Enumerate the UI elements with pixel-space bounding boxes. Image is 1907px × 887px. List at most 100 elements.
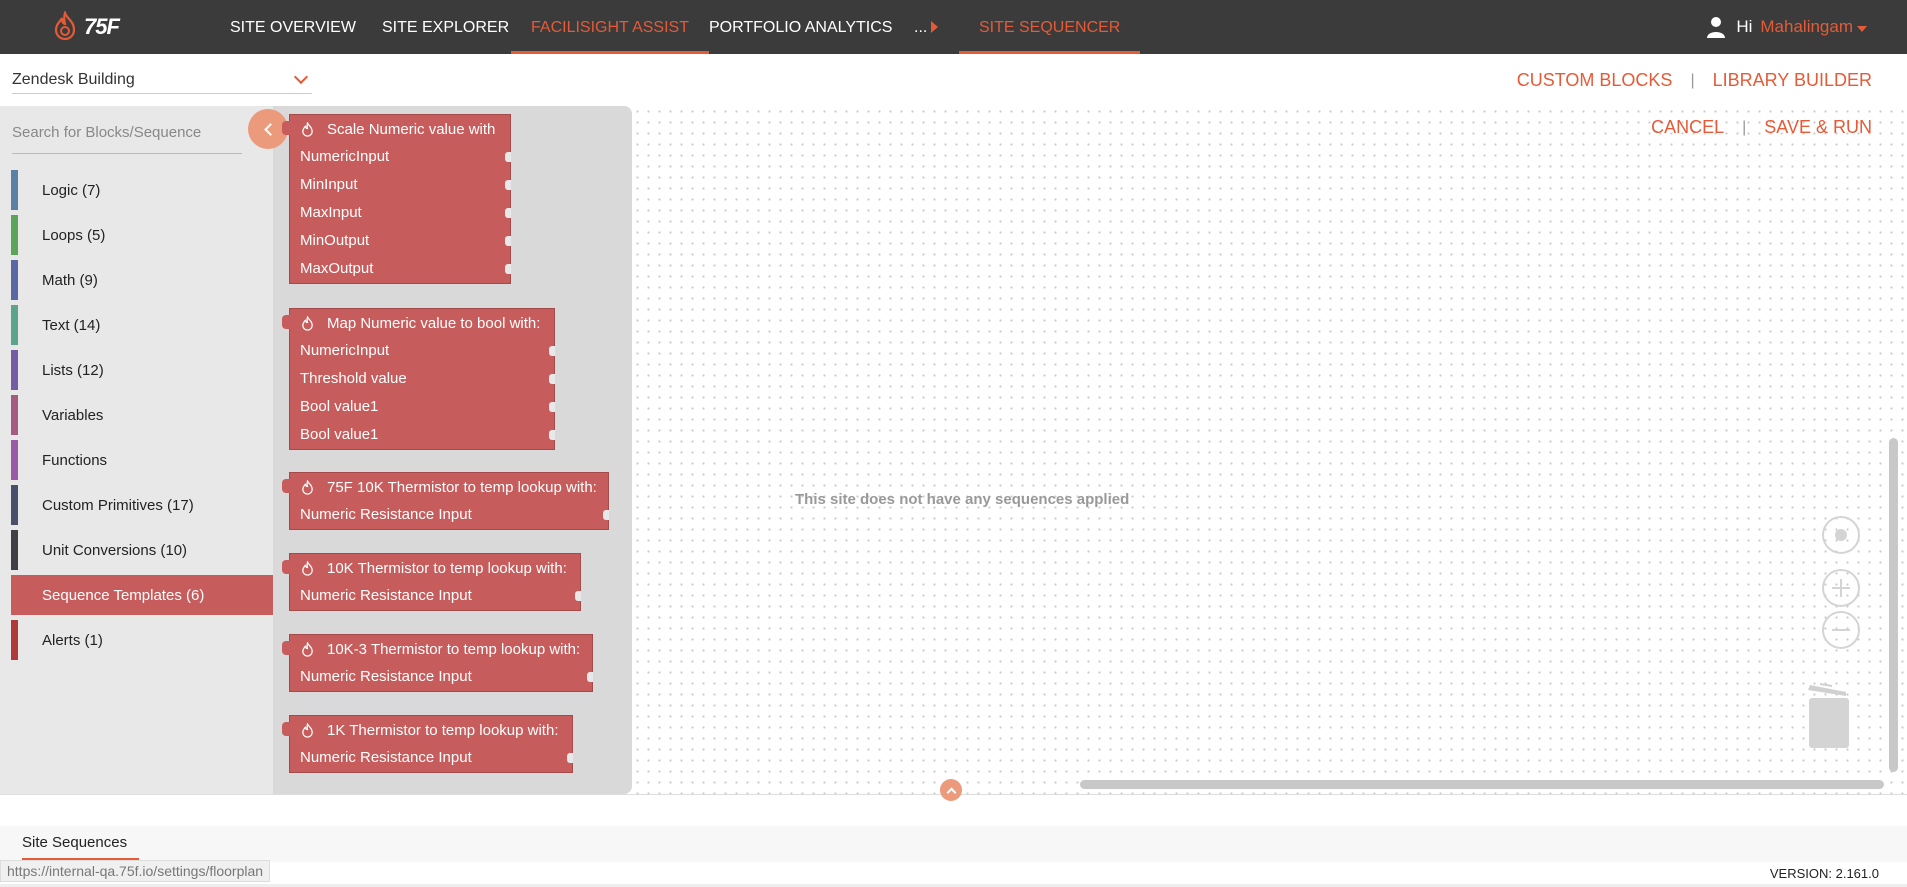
cancel-button[interactable]: CANCEL — [1651, 117, 1724, 138]
category-color-bar — [11, 215, 18, 255]
sequence-block[interactable]: 75F 10K Thermistor to temp lookup with: N… — [282, 472, 609, 530]
block-connector — [282, 560, 290, 574]
version-label: VERSION: 2.161.0 — [1769, 866, 1879, 881]
category-label: Functions — [42, 451, 108, 469]
category-item[interactable]: Unit Conversions (10) — [11, 530, 273, 570]
block-connector — [282, 641, 290, 655]
sequence-block[interactable]: 10K-3 Thermistor to temp lookup with: Num… — [282, 634, 593, 692]
workspace-canvas[interactable] — [632, 106, 1907, 794]
block-title: Scale Numeric value with — [327, 120, 496, 138]
status-url: https://internal-qa.75f.io/settings/floo… — [0, 860, 271, 882]
nav-portfolio-analytics[interactable]: PORTFOLIO ANALYTICS — [709, 0, 892, 54]
library-builder-link[interactable]: LIBRARY BUILDER — [1713, 70, 1872, 91]
category-label: Math (9) — [42, 271, 98, 289]
flame-icon — [302, 121, 313, 137]
nav-more-label: ... — [914, 19, 928, 36]
vertical-scrollbar[interactable] — [1889, 438, 1898, 772]
category-item[interactable]: Variables — [11, 395, 273, 435]
category-item[interactable]: Logic (7) — [11, 170, 273, 210]
nav-more-button[interactable]: ... — [914, 0, 938, 54]
block-header: 75F 10K Thermistor to temp lookup with: — [290, 473, 608, 501]
horizontal-scrollbar[interactable] — [1080, 780, 1884, 789]
category-item[interactable]: Text (14) — [11, 305, 273, 345]
category-item[interactable]: Alerts (1) — [11, 620, 273, 660]
custom-blocks-link[interactable]: CUSTOM BLOCKS — [1517, 70, 1673, 91]
flame-icon — [302, 479, 313, 495]
block-header: 10K Thermistor to temp lookup with: — [290, 554, 580, 582]
bottom-tabs-bar — [0, 826, 1907, 862]
nav-facilisight-assist[interactable]: FACILISIGHT ASSIST — [511, 0, 709, 54]
building-select-value: Zendesk Building — [12, 70, 135, 88]
sequence-block[interactable]: 1K Thermistor to temp lookup with: Numeri… — [282, 715, 573, 773]
category-color-bar — [11, 440, 18, 480]
building-select[interactable]: Zendesk Building — [12, 66, 312, 94]
action-separator: | — [1742, 118, 1747, 136]
expand-bottom-panel-button[interactable] — [940, 779, 962, 801]
chevron-down-icon — [1857, 26, 1867, 32]
block-input: Threshold value — [290, 365, 555, 393]
block-title: 10K-3 Thermistor to temp lookup with: — [327, 640, 581, 658]
category-item[interactable]: Math (9) — [11, 260, 273, 300]
nav-site-sequencer[interactable]: SITE SEQUENCER — [959, 0, 1141, 54]
category-color-bar — [11, 575, 18, 615]
brand-logo[interactable]: 75F — [50, 10, 140, 44]
active-underline — [511, 51, 709, 54]
block-connector — [282, 121, 290, 135]
sequence-block[interactable]: 10K Thermistor to temp lookup with: Numer… — [282, 553, 581, 611]
user-icon — [1707, 17, 1726, 38]
block-input: MinOutput — [290, 227, 511, 255]
logo-text: 75F — [84, 14, 120, 39]
category-label: Variables — [42, 406, 104, 424]
nav-site-overview[interactable]: SITE OVERVIEW — [230, 0, 356, 54]
caret-right-icon — [931, 21, 938, 33]
tab-site-sequences-label: Site Sequences — [22, 834, 128, 851]
recenter-icon[interactable] — [1822, 516, 1860, 554]
category-label: Unit Conversions (10) — [42, 541, 188, 559]
category-label: Loops (5) — [42, 226, 106, 244]
canvas-actions: CANCEL | SAVE & RUN — [1651, 117, 1872, 138]
block-input: MinInput — [290, 171, 511, 199]
category-item[interactable]: Custom Primitives (17) — [11, 485, 273, 525]
chevron-up-icon — [946, 787, 956, 797]
category-color-bar — [11, 350, 18, 390]
user-menu[interactable]: Hi Mahalingam — [1706, 0, 1867, 54]
save-and-run-button[interactable]: SAVE & RUN — [1764, 117, 1872, 138]
nav-site-sequencer-label: SITE SEQUENCER — [979, 19, 1121, 36]
flame-icon — [302, 722, 313, 738]
zoom-out-icon[interactable] — [1822, 611, 1860, 649]
zoom-in-icon[interactable] — [1822, 569, 1860, 607]
tab-site-sequences[interactable]: Site Sequences — [22, 834, 140, 861]
block-input: Numeric Resistance Input — [290, 582, 581, 610]
user-greeting: Hi — [1736, 17, 1753, 36]
category-color-bar — [11, 260, 18, 300]
block-title: Map Numeric value to bool with: — [327, 314, 541, 332]
flame-logo-icon — [54, 11, 76, 41]
category-color-bar — [11, 305, 18, 345]
category-item[interactable]: Loops (5) — [11, 215, 273, 255]
category-color-bar — [11, 395, 18, 435]
category-item[interactable]: Sequence Templates (6) — [11, 575, 273, 615]
block-input: Numeric Resistance Input — [290, 501, 609, 529]
block-input: Numeric Resistance Input — [290, 663, 593, 691]
chevron-down-icon — [293, 69, 309, 84]
search-input[interactable] — [12, 112, 242, 154]
header-links: CUSTOM BLOCKS | LIBRARY BUILDER — [1517, 70, 1872, 91]
category-label: Alerts (1) — [42, 631, 103, 649]
block-connector — [282, 479, 290, 493]
block-header: 10K-3 Thermistor to temp lookup with: — [290, 635, 592, 663]
sequence-block[interactable]: Map Numeric value to bool with: NumericIn… — [282, 308, 555, 450]
category-color-bar — [11, 530, 18, 570]
block-input: NumericInput — [290, 143, 511, 171]
block-title: 75F 10K Thermistor to temp lookup with: — [327, 478, 597, 496]
trash-icon[interactable] — [1806, 682, 1852, 752]
nav-site-explorer[interactable]: SITE EXPLORER — [382, 0, 509, 54]
category-item[interactable]: Lists (12) — [11, 350, 273, 390]
nav-facilisight-assist-label: FACILISIGHT ASSIST — [531, 19, 689, 36]
category-label: Lists (12) — [42, 361, 104, 379]
category-item[interactable]: Functions — [11, 440, 273, 480]
user-name: Mahalingam — [1760, 17, 1853, 36]
active-underline — [959, 51, 1141, 54]
sequence-block[interactable]: Scale Numeric value with NumericInput MinI… — [282, 114, 511, 284]
block-title: 1K Thermistor to temp lookup with: — [327, 721, 559, 739]
block-connector — [282, 315, 290, 329]
